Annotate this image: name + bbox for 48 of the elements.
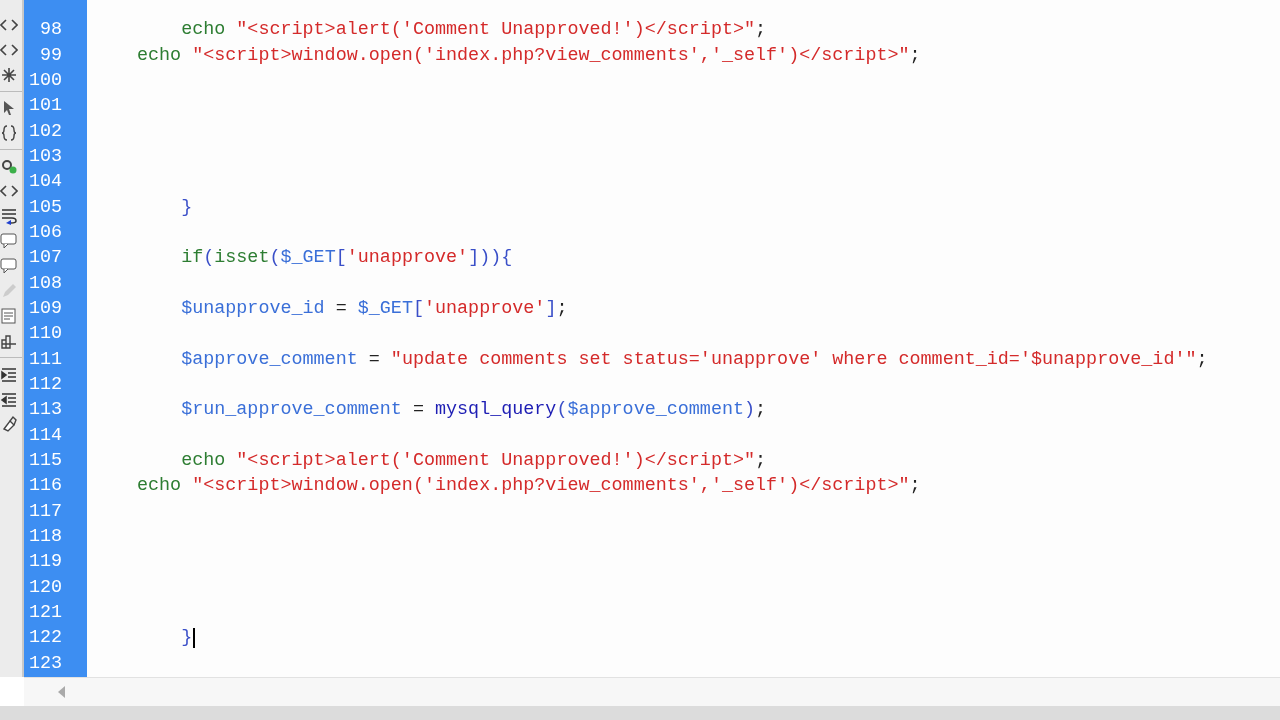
line-number: 107 [27,247,62,269]
line-number: 108 [27,272,62,294]
brace-icon[interactable] [0,124,18,142]
line-number: 113 [27,399,62,421]
brush-icon[interactable] [0,415,18,433]
horizontal-scrollbar[interactable] [24,677,1280,706]
line-number: 101 [27,95,62,117]
line-number: 110 [27,323,62,345]
code-line: echo "<script>alert('Comment Unapproved!')</script>"; [180,19,767,41]
line-number: 118 [27,526,62,548]
line-number: 102 [27,120,62,142]
line-number: 114 [27,424,62,446]
line-number: 122 [27,627,62,649]
code-line: echo "<script>alert('Comment Unapproved!')</script>"; [180,450,767,471]
code-line: $approve_comment = "update comments set status='unapprove' where comment_id='$unapprove_id'"; [180,348,1208,370]
code-line: } [180,196,193,218]
line-number: 109 [27,297,62,319]
line-number: 116 [27,475,62,497]
text-caret [193,627,196,648]
line-number: 106 [27,221,62,243]
line-number: 105 [27,196,62,218]
code-line: if(isset($_GET['unapprove'])){ [180,247,513,269]
line-number: 120 [27,576,62,598]
line-number: 121 [27,602,62,624]
outdent-icon[interactable] [0,390,18,408]
comment-icon[interactable] [0,232,18,250]
line-number: 111 [27,348,62,370]
code-line: echo "<script>window.open('index.php?view_comments','_self')</script>"; [137,475,921,497]
code-line: } [180,627,193,649]
line-number: 100 [27,69,62,91]
line-number: 119 [27,551,62,573]
indent-icon[interactable] [0,365,18,383]
line-number: 115 [27,450,62,471]
code-line: echo "<script>window.open('index.php?view_comments','_self')</script>"; [137,44,921,66]
list-icon[interactable] [0,307,18,325]
code-line: $unapprove_id = $_GET['unapprove']; [180,297,568,319]
star-icon[interactable] [0,66,18,84]
table-icon[interactable] [0,332,18,350]
comment-icon[interactable] [0,257,18,275]
line-number: 98 [38,19,62,41]
wrap-icon[interactable] [0,207,18,225]
code-line: $run_approve_comment = mysql_query($approve_comment); [180,399,767,421]
line-number: 99 [38,44,62,66]
line-number: 117 [27,500,62,522]
line-number: 123 [27,652,62,674]
line-number: 103 [27,145,62,167]
line-number: 112 [27,374,62,395]
line-number: 104 [27,171,62,193]
